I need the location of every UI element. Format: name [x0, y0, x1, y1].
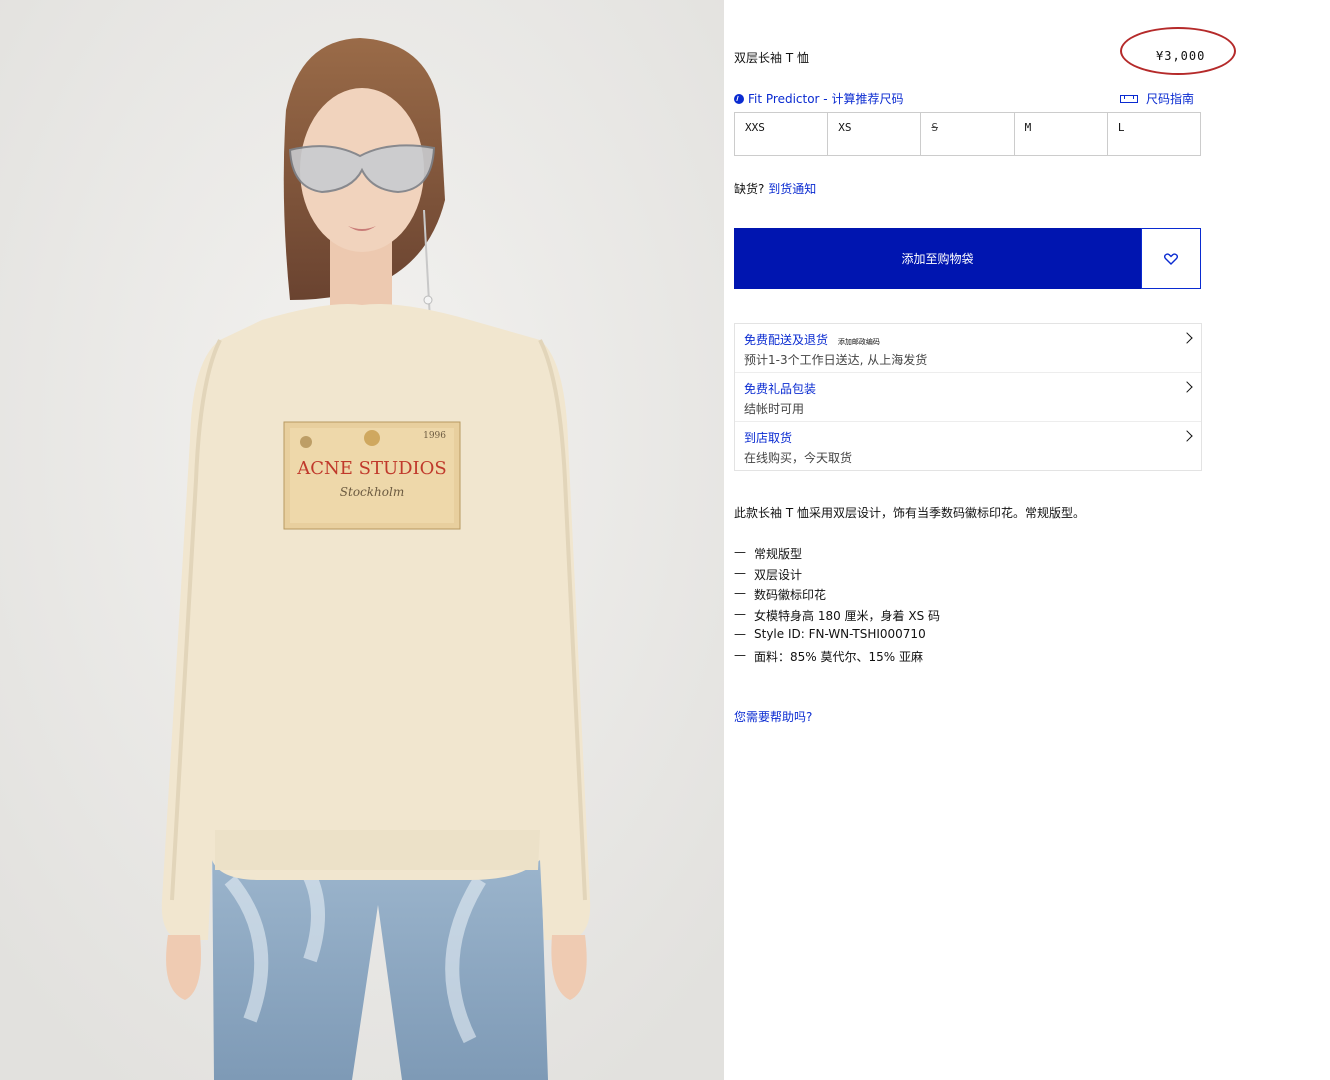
- stock-notice: 缺货? 到货通知: [734, 180, 816, 197]
- chevron-right-icon: [1181, 381, 1193, 393]
- size-selector: XXS XS S M L: [734, 112, 1202, 156]
- size-option-xxs[interactable]: XXS: [734, 113, 827, 155]
- notify-link[interactable]: 到货通知: [768, 182, 816, 196]
- heart-icon: [1164, 252, 1178, 265]
- product-details-list: — 常规版型 — 双层设计 — 数码徽标印花 — 女模特身高 180 厘米，身着 XS …: [734, 545, 940, 668]
- list-item: — 女模特身高 180 厘米，身着 XS 码: [734, 606, 941, 623]
- product-info-panel: 双层长袖 T 恤 ¥3,000 Fit Predictor - 计算推荐尺码 尺…: [724, 0, 1330, 1080]
- stock-prefix: 缺货?: [734, 182, 765, 196]
- product-description: 此款长袖 T 恤采用双层设计，饰有当季数码徽标印花。常规版型。: [734, 506, 1085, 520]
- print-brand-text: ACNE STUDIOS: [296, 458, 447, 479]
- list-item: — Style ID: FN-WN-TSHI000710: [734, 627, 926, 641]
- fit-predictor-label: Fit Predictor - 计算推荐尺码: [748, 92, 904, 106]
- fit-predictor-link[interactable]: Fit Predictor - 计算推荐尺码: [734, 90, 903, 107]
- info-row-gift[interactable]: 免费礼品包装 结帐时可用: [735, 373, 1201, 422]
- ruler-icon: [1120, 94, 1138, 103]
- info-row-shipping[interactable]: 免费配送及退货 添加邮政编码 预计1-3个工作日送达, 从上海发货: [735, 324, 1201, 373]
- gift-title: 免费礼品包装: [744, 382, 817, 396]
- size-option-xs[interactable]: XS: [827, 113, 920, 155]
- size-option-s[interactable]: S: [920, 113, 1013, 155]
- price-highlight-circle: [1120, 27, 1236, 75]
- shipping-info-box: 免费配送及退货 添加邮政编码 预计1-3个工作日送达, 从上海发货 免费礼品包装…: [734, 323, 1202, 471]
- info-row-pickup[interactable]: 到店取货 在线购买，今天取货: [735, 422, 1201, 471]
- shipping-subtitle: 预计1-3个工作日送达, 从上海发货: [744, 353, 928, 367]
- postcode-link[interactable]: 添加邮政编码: [838, 338, 880, 346]
- fit-predictor-icon: [734, 93, 744, 104]
- print-year-text: 1996: [423, 431, 446, 441]
- pickup-subtitle: 在线购买，今天取货: [744, 451, 853, 465]
- size-option-l[interactable]: L: [1106, 113, 1202, 155]
- product-title: 双层长袖 T 恤: [734, 51, 809, 65]
- list-item: — 面料：85% 莫代尔、15% 亚麻: [734, 647, 923, 664]
- print-city-text: Stockholm: [340, 485, 404, 499]
- product-photo: ACNE STUDIOS 1996 Stockholm: [0, 0, 724, 1080]
- chevron-right-icon: [1181, 332, 1193, 344]
- size-option-m[interactable]: M: [1013, 113, 1107, 155]
- pickup-title: 到店取货: [744, 431, 793, 445]
- list-item: — 常规版型: [734, 545, 803, 561]
- shipping-title: 免费配送及退货: [744, 333, 829, 347]
- size-guide-link[interactable]: 尺码指南: [1120, 90, 1194, 107]
- add-to-bag-button[interactable]: 添加至购物袋: [734, 228, 1141, 289]
- help-link[interactable]: 您需要帮助吗?: [734, 708, 812, 725]
- wishlist-button[interactable]: [1141, 228, 1201, 289]
- chevron-right-icon: [1181, 430, 1193, 442]
- list-item: — 双层设计: [734, 565, 803, 582]
- gift-subtitle: 结帐时可用: [744, 402, 805, 416]
- list-item: — 数码徽标印花: [734, 586, 827, 602]
- product-image[interactable]: ACNE STUDIOS 1996 Stockholm: [0, 0, 724, 1080]
- size-guide-label: 尺码指南: [1146, 92, 1195, 106]
